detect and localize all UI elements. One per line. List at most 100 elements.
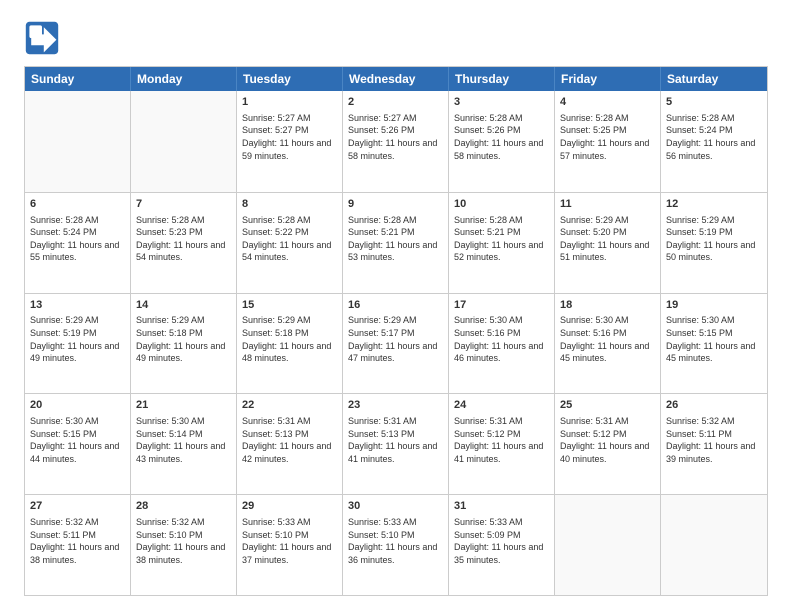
day-info: Sunrise: 5:30 AMSunset: 5:16 PMDaylight:… bbox=[560, 314, 655, 364]
day-cell-13: 13Sunrise: 5:29 AMSunset: 5:19 PMDayligh… bbox=[25, 294, 131, 394]
calendar-week-2: 6 Sunrise: 5:28 AMSunset: 5:24 PMDaylight… bbox=[25, 192, 767, 293]
header-day-sunday: Sunday bbox=[25, 67, 131, 91]
day-info: Sunrise: 5:32 AMSunset: 5:11 PMDaylight:… bbox=[666, 415, 762, 465]
day-info: Sunrise: 5:31 AMSunset: 5:13 PMDaylight:… bbox=[348, 415, 443, 465]
day-cell-3: 3 Sunrise: 5:28 AMSunset: 5:26 PMDaylight… bbox=[449, 91, 555, 192]
day-cell-17: 17Sunrise: 5:30 AMSunset: 5:16 PMDayligh… bbox=[449, 294, 555, 394]
day-number: 22 bbox=[242, 398, 337, 413]
day-info: Sunrise: 5:30 AMSunset: 5:15 PMDaylight:… bbox=[30, 415, 125, 465]
day-number: 11 bbox=[560, 197, 655, 212]
day-cell-11: 11 Sunrise: 5:29 AMSunset: 5:20 PMDayligh… bbox=[555, 193, 661, 293]
day-number: 25 bbox=[560, 398, 655, 413]
day-number: 20 bbox=[30, 398, 125, 413]
day-number: 29 bbox=[242, 499, 337, 514]
header-day-wednesday: Wednesday bbox=[343, 67, 449, 91]
day-cell-10: 10 Sunrise: 5:28 AMSunset: 5:21 PMDayligh… bbox=[449, 193, 555, 293]
day-info: Sunrise: 5:28 AMSunset: 5:21 PMDaylight:… bbox=[454, 214, 549, 264]
empty-cell bbox=[131, 91, 237, 192]
day-cell-29: 29 Sunrise: 5:33 AMSunset: 5:10 PMDayligh… bbox=[237, 495, 343, 595]
header-day-thursday: Thursday bbox=[449, 67, 555, 91]
day-number: 23 bbox=[348, 398, 443, 413]
calendar-week-4: 20 Sunrise: 5:30 AMSunset: 5:15 PMDayligh… bbox=[25, 393, 767, 494]
day-cell-25: 25 Sunrise: 5:31 AMSunset: 5:12 PMDayligh… bbox=[555, 394, 661, 494]
day-number: 1 bbox=[242, 95, 337, 110]
day-info: Sunrise: 5:29 AMSunset: 5:17 PMDaylight:… bbox=[348, 314, 443, 364]
day-cell-9: 9Sunrise: 5:28 AMSunset: 5:21 PMDaylight… bbox=[343, 193, 449, 293]
day-info: Sunrise: 5:29 AMSunset: 5:19 PMDaylight:… bbox=[30, 314, 125, 364]
day-number: 24 bbox=[454, 398, 549, 413]
day-number: 10 bbox=[454, 197, 549, 212]
day-cell-28: 28Sunrise: 5:32 AMSunset: 5:10 PMDayligh… bbox=[131, 495, 237, 595]
day-info: Sunrise: 5:30 AMSunset: 5:16 PMDaylight:… bbox=[454, 314, 549, 364]
day-cell-8: 8 Sunrise: 5:28 AMSunset: 5:22 PMDaylight… bbox=[237, 193, 343, 293]
day-info: Sunrise: 5:28 AMSunset: 5:26 PMDaylight:… bbox=[454, 112, 549, 162]
day-info: Sunrise: 5:33 AMSunset: 5:10 PMDaylight:… bbox=[348, 516, 443, 566]
day-number: 3 bbox=[454, 95, 549, 110]
calendar-header: SundayMondayTuesdayWednesdayThursdayFrid… bbox=[25, 67, 767, 91]
day-info: Sunrise: 5:31 AMSunset: 5:13 PMDaylight:… bbox=[242, 415, 337, 465]
day-cell-27: 27 Sunrise: 5:32 AMSunset: 5:11 PMDayligh… bbox=[25, 495, 131, 595]
day-number: 7 bbox=[136, 197, 231, 212]
logo bbox=[24, 20, 64, 56]
day-number: 4 bbox=[560, 95, 655, 110]
day-number: 8 bbox=[242, 197, 337, 212]
day-number: 13 bbox=[30, 298, 125, 313]
day-info: Sunrise: 5:33 AMSunset: 5:10 PMDaylight:… bbox=[242, 516, 337, 566]
day-number: 26 bbox=[666, 398, 762, 413]
day-info: Sunrise: 5:28 AMSunset: 5:24 PMDaylight:… bbox=[666, 112, 762, 162]
day-cell-24: 24 Sunrise: 5:31 AMSunset: 5:12 PMDayligh… bbox=[449, 394, 555, 494]
day-info: Sunrise: 5:32 AMSunset: 5:11 PMDaylight:… bbox=[30, 516, 125, 566]
day-number: 2 bbox=[348, 95, 443, 110]
day-info: Sunrise: 5:28 AMSunset: 5:22 PMDaylight:… bbox=[242, 214, 337, 264]
day-number: 12 bbox=[666, 197, 762, 212]
day-info: Sunrise: 5:29 AMSunset: 5:18 PMDaylight:… bbox=[136, 314, 231, 364]
day-cell-26: 26 Sunrise: 5:32 AMSunset: 5:11 PMDayligh… bbox=[661, 394, 767, 494]
day-cell-4: 4 Sunrise: 5:28 AMSunset: 5:25 PMDaylight… bbox=[555, 91, 661, 192]
day-info: Sunrise: 5:29 AMSunset: 5:20 PMDaylight:… bbox=[560, 214, 655, 264]
day-cell-19: 19Sunrise: 5:30 AMSunset: 5:15 PMDayligh… bbox=[661, 294, 767, 394]
day-number: 18 bbox=[560, 298, 655, 313]
day-cell-5: 5 Sunrise: 5:28 AMSunset: 5:24 PMDaylight… bbox=[661, 91, 767, 192]
day-cell-16: 16Sunrise: 5:29 AMSunset: 5:17 PMDayligh… bbox=[343, 294, 449, 394]
day-number: 31 bbox=[454, 499, 549, 514]
day-info: Sunrise: 5:30 AMSunset: 5:14 PMDaylight:… bbox=[136, 415, 231, 465]
day-number: 21 bbox=[136, 398, 231, 413]
day-number: 27 bbox=[30, 499, 125, 514]
day-info: Sunrise: 5:32 AMSunset: 5:10 PMDaylight:… bbox=[136, 516, 231, 566]
day-cell-1: 1Sunrise: 5:27 AMSunset: 5:27 PMDaylight… bbox=[237, 91, 343, 192]
header bbox=[24, 20, 768, 56]
day-cell-20: 20 Sunrise: 5:30 AMSunset: 5:15 PMDayligh… bbox=[25, 394, 131, 494]
day-info: Sunrise: 5:31 AMSunset: 5:12 PMDaylight:… bbox=[454, 415, 549, 465]
day-cell-12: 12 Sunrise: 5:29 AMSunset: 5:19 PMDayligh… bbox=[661, 193, 767, 293]
day-number: 30 bbox=[348, 499, 443, 514]
day-number: 15 bbox=[242, 298, 337, 313]
day-info: Sunrise: 5:31 AMSunset: 5:12 PMDaylight:… bbox=[560, 415, 655, 465]
day-number: 19 bbox=[666, 298, 762, 313]
day-number: 16 bbox=[348, 298, 443, 313]
day-info: Sunrise: 5:29 AMSunset: 5:19 PMDaylight:… bbox=[666, 214, 762, 264]
day-info: Sunrise: 5:28 AMSunset: 5:25 PMDaylight:… bbox=[560, 112, 655, 162]
day-cell-18: 18Sunrise: 5:30 AMSunset: 5:16 PMDayligh… bbox=[555, 294, 661, 394]
day-info: Sunrise: 5:27 AMSunset: 5:26 PMDaylight:… bbox=[348, 112, 443, 162]
calendar-week-3: 13Sunrise: 5:29 AMSunset: 5:19 PMDayligh… bbox=[25, 293, 767, 394]
day-info: Sunrise: 5:28 AMSunset: 5:23 PMDaylight:… bbox=[136, 214, 231, 264]
day-cell-2: 2 Sunrise: 5:27 AMSunset: 5:26 PMDaylight… bbox=[343, 91, 449, 192]
calendar-week-1: 1Sunrise: 5:27 AMSunset: 5:27 PMDaylight… bbox=[25, 91, 767, 192]
day-number: 17 bbox=[454, 298, 549, 313]
day-cell-22: 22 Sunrise: 5:31 AMSunset: 5:13 PMDayligh… bbox=[237, 394, 343, 494]
day-cell-21: 21 Sunrise: 5:30 AMSunset: 5:14 PMDayligh… bbox=[131, 394, 237, 494]
day-number: 9 bbox=[348, 197, 443, 212]
empty-cell bbox=[25, 91, 131, 192]
empty-cell bbox=[661, 495, 767, 595]
day-info: Sunrise: 5:30 AMSunset: 5:15 PMDaylight:… bbox=[666, 314, 762, 364]
day-cell-14: 14Sunrise: 5:29 AMSunset: 5:18 PMDayligh… bbox=[131, 294, 237, 394]
logo-icon bbox=[24, 20, 60, 56]
header-day-saturday: Saturday bbox=[661, 67, 767, 91]
day-cell-6: 6 Sunrise: 5:28 AMSunset: 5:24 PMDaylight… bbox=[25, 193, 131, 293]
day-number: 5 bbox=[666, 95, 762, 110]
day-info: Sunrise: 5:33 AMSunset: 5:09 PMDaylight:… bbox=[454, 516, 549, 566]
header-day-tuesday: Tuesday bbox=[237, 67, 343, 91]
day-info: Sunrise: 5:28 AMSunset: 5:24 PMDaylight:… bbox=[30, 214, 125, 264]
day-number: 14 bbox=[136, 298, 231, 313]
day-number: 6 bbox=[30, 197, 125, 212]
